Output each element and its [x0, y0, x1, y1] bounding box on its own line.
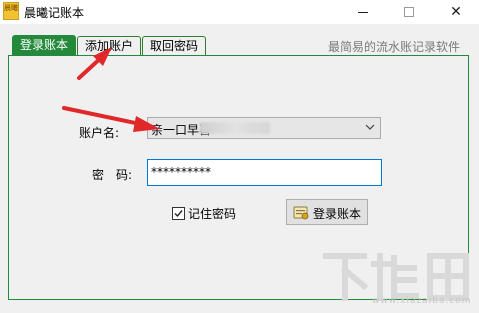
remember-password-label: 记住密码	[188, 207, 237, 221]
password-field[interactable]: **********	[147, 159, 382, 186]
window-title: 晨曦记账本	[24, 6, 85, 20]
close-button[interactable]: ✕	[433, 0, 479, 24]
chevron-down-icon	[365, 124, 375, 130]
maximize-button[interactable]	[386, 0, 432, 24]
tab-login-ledger[interactable]: 登录账本	[12, 35, 77, 56]
login-key-icon	[293, 206, 309, 220]
login-button-label: 登录账本	[313, 207, 362, 221]
app-slogan: 最简易的流水账记录软件	[328, 40, 461, 54]
app-icon: 晨曦	[3, 2, 19, 20]
checkmark-icon	[174, 210, 183, 218]
title-bar: 晨曦 晨曦记账本 ✕	[0, 0, 479, 24]
tab-add-account[interactable]: 添加账户	[77, 36, 142, 55]
password-label: 密 码:	[92, 168, 133, 182]
account-dropdown[interactable]: 亲一口早喜	[147, 117, 381, 139]
blurred-region	[200, 122, 270, 134]
login-button[interactable]: 登录账本	[286, 199, 368, 225]
minimize-button[interactable]	[340, 0, 386, 24]
watermark-url: www.xiazaiba.com	[372, 296, 472, 306]
remember-password-option[interactable]: 记住密码	[172, 205, 236, 222]
tab-retrieve-password[interactable]: 取回密码	[142, 36, 207, 55]
remember-password-checkbox[interactable]	[172, 207, 185, 220]
account-label: 账户名:	[79, 126, 120, 140]
